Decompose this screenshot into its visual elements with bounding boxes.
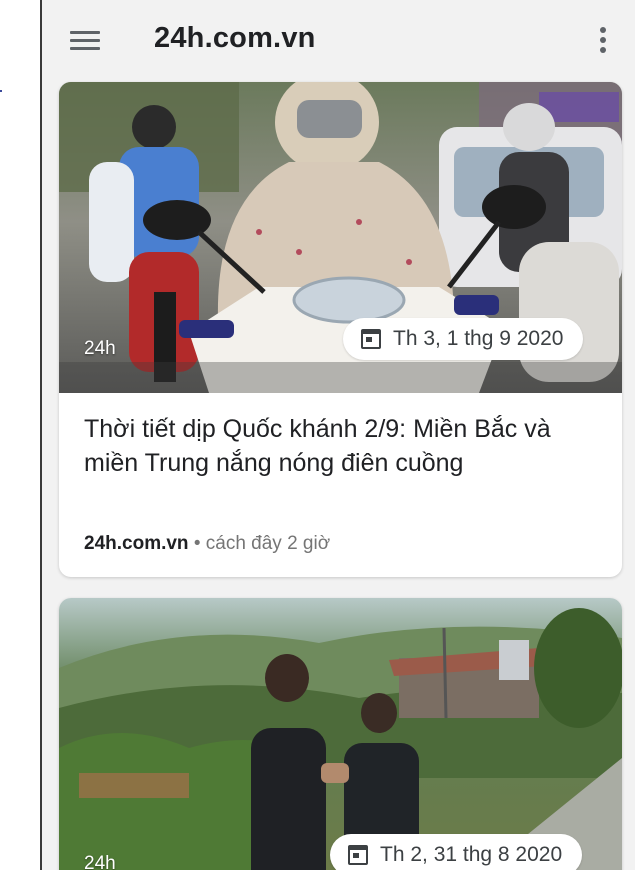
more-options-icon[interactable] <box>595 26 611 56</box>
article-card[interactable]: 24h Th 2, 31 thg 8 2020 <box>59 598 622 870</box>
source-watermark: 24h <box>84 853 116 870</box>
calendar-icon <box>348 845 368 865</box>
article-thumbnail: 24h Th 2, 31 thg 8 2020 <box>59 598 622 870</box>
calendar-icon <box>361 329 381 349</box>
article-thumbnail: 24h Th 3, 1 thg 9 2020 <box>59 82 622 393</box>
article-headline[interactable]: Thời tiết dịp Quốc khánh 2/9: Miền Bắc v… <box>84 412 604 480</box>
source-watermark: 24h <box>84 338 116 359</box>
article-card[interactable]: 24h Th 3, 1 thg 9 2020 Thời tiết dịp Quố… <box>59 82 622 577</box>
meta-separator: • <box>188 533 206 554</box>
date-chip: Th 2, 31 thg 8 2020 <box>330 834 583 870</box>
date-label: Th 2, 31 thg 8 2020 <box>380 843 563 866</box>
news-app: 24h.com.vn 24h Th 3, 1 thg 9 2020 Thời t… <box>42 0 635 870</box>
publisher-name: 24h.com.vn <box>84 533 189 554</box>
date-chip: Th 3, 1 thg 9 2020 <box>343 318 584 360</box>
app-title: 24h.com.vn <box>154 22 316 54</box>
background-window-mark <box>0 90 2 92</box>
date-label: Th 3, 1 thg 9 2020 <box>393 327 564 350</box>
article-meta: 24h.com.vn • cách đây 2 giờ <box>84 533 330 555</box>
top-app-bar: 24h.com.vn <box>42 0 635 82</box>
hamburger-menu-icon[interactable] <box>70 26 100 54</box>
background-window-edge <box>0 0 40 870</box>
published-time: cách đây 2 giờ <box>205 533 331 554</box>
